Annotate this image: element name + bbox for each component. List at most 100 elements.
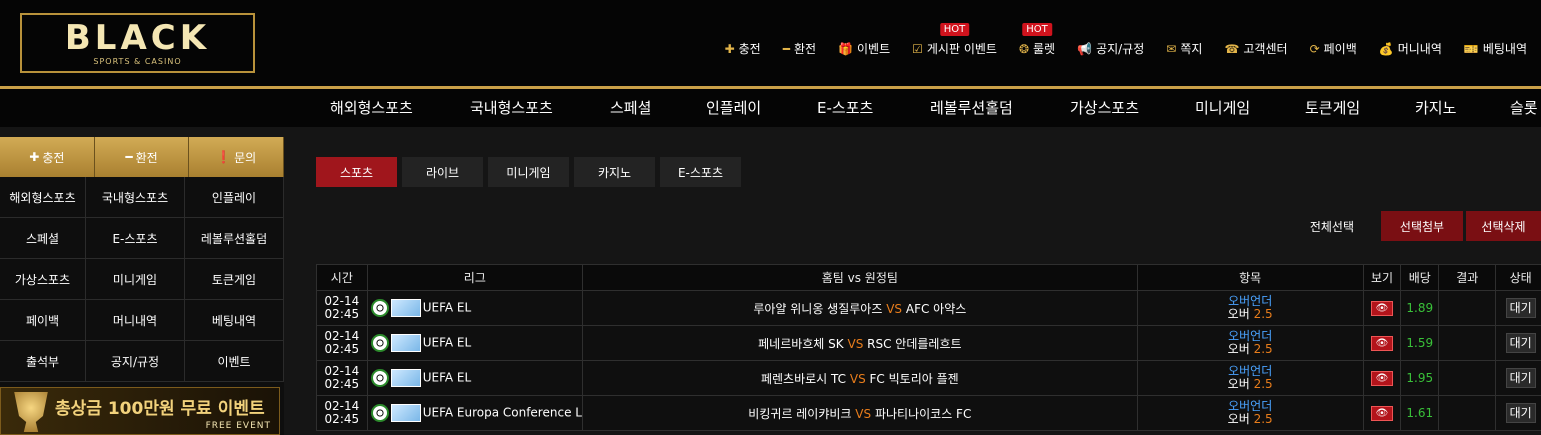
match-time-cell: 02-14 02:45 [316,360,368,396]
top-menu-item[interactable]: 💰 머니내역 [1379,40,1442,57]
sidebar-menu-item[interactable]: 레볼루션홀덤 [185,218,284,259]
status-cell: 대기 [1495,290,1541,326]
main-nav-item[interactable]: E-스포츠 [817,97,873,118]
moneybag-icon: 💰 [1378,41,1394,56]
top-menu-item[interactable]: 🎁 이벤트 [838,40,890,57]
sidebar-menu-item[interactable]: 이벤트 [185,341,284,382]
status-cell: 대기 [1495,325,1541,361]
main-nav-item[interactable]: 카지노 [1415,97,1456,118]
tab-category[interactable]: 카지노 [574,157,655,187]
banner-subtitle: FREE EVENT [205,421,271,431]
site-logo[interactable]: BLACK SPORTS & CASINO [20,13,255,73]
top-menu-item[interactable]: ━ 환전 [783,40,816,57]
eye-icon[interactable]: 👁 [1371,336,1394,351]
plus-icon: ✚ [724,41,735,56]
sidebar-menu-grid: 해외형스포츠 국내형스포츠 인플레이스페셜 E-스포츠 레볼루션홀덤가상스포츠 미니게임 토… [0,177,284,382]
sidebar-menu-item[interactable]: 머니내역 [86,300,185,341]
sidebar-menu-item[interactable]: 공지/규정 [86,341,185,382]
main-nav-item[interactable]: 토큰게임 [1305,97,1360,118]
sidebar-menu-item[interactable]: 국내형스포츠 [86,177,185,218]
bet-item-cell: 오버언더 오버 2.5 [1136,360,1364,396]
pick-line: 오버 2.5 [1138,378,1363,391]
roulette-icon: ❂ [1018,41,1030,56]
top-menu-item[interactable]: ❂ 룰렛 HOT [1018,23,1055,57]
sidebar-quick-button[interactable]: ━ 환전 [94,137,190,177]
top-menu-item[interactable]: ✚ 충전 [725,40,761,57]
odds-cell: 1.61 [1400,395,1440,431]
delete-selected-button[interactable]: 선택삭제 [1466,211,1541,241]
table-row: 02-14 02:45 UEFA EL 루아얄 위니옹 생질루아즈 VS AFC 아약… [316,290,1541,326]
handicap-line: 2.5 [1253,342,1273,356]
top-menu-label: 베팅내역 [1482,42,1527,56]
sidebar-menu-item[interactable]: 베팅내역 [185,300,284,341]
main-nav-item[interactable]: 해외형스포츠 [330,97,413,118]
top-menu-item[interactable]: 📢 공지/규정 [1077,40,1144,57]
tab-category[interactable]: E-스포츠 [660,157,741,187]
main-nav: 해외형스포츠 국내형스포츠 스페셜 인플레이 E-스포츠 레볼루션홀덤 가상스포츠 미니게임 토… [0,89,1541,127]
main-nav-item[interactable]: 인플레이 [706,97,761,118]
main-nav-item[interactable]: 레볼루션홀덤 [930,97,1013,118]
eye-icon[interactable]: 👁 [1371,301,1394,316]
main-nav-item[interactable]: 미니게임 [1195,97,1250,118]
status-badge[interactable]: 대기 [1505,298,1536,318]
eye-icon[interactable]: 👁 [1371,371,1394,386]
info-icon: ❗ [216,150,232,164]
column-header: 보기 [1362,264,1402,291]
event-banner[interactable]: 총상금 100만원 무료 이벤트 FREE EVENT [0,387,280,435]
pick-name: 오버 [1227,377,1250,391]
match-cell: 비킹귀르 레이캬비크 VS 파나티나이코스 FC [581,395,1138,431]
main-nav-item[interactable]: 가상스포츠 [1070,97,1139,118]
main-nav-item[interactable]: 스페셜 [610,97,651,118]
top-menu-item[interactable]: ✉ 쪽지 [1166,40,1202,57]
hot-badge: HOT [1022,23,1052,36]
status-badge[interactable]: 대기 [1505,333,1536,353]
sidebar-menu-item[interactable]: 페이백 [0,300,86,341]
pick-line: 오버 2.5 [1138,343,1363,356]
top-menu-item[interactable]: ☑ 게시판 이벤트 HOT [912,23,997,57]
sidebar-menu-item[interactable]: 인플레이 [185,177,284,218]
away-team: 파나티나이코스 FC [874,406,972,421]
bet-history-content: 스포츠 라이브 미니게임 카지노 E-스포츠 전체선택 선택첨부 선택삭제 시간 리그 홈팀… [316,157,1541,431]
category-tabs: 스포츠 라이브 미니게임 카지노 E-스포츠 [316,157,1541,187]
main-nav-item[interactable]: 슬롯 [1510,97,1538,118]
tab-category[interactable]: 라이브 [402,157,483,187]
away-team: RSC 안데를레흐트 [867,336,962,351]
column-header: 시간 [316,264,368,291]
tab-category[interactable]: 미니게임 [488,157,569,187]
sidebar-menu-item[interactable]: 가상스포츠 [0,259,86,300]
status-badge[interactable]: 대기 [1505,368,1536,388]
sidebar-menu-item[interactable]: 해외형스포츠 [0,177,86,218]
top-menu-item[interactable]: ⟳ 페이백 [1310,40,1357,57]
sidebar-menu-item[interactable]: 토큰게임 [185,259,284,300]
gift-icon: 🎁 [838,41,853,56]
pick-name: 오버 [1227,412,1250,426]
top-menu-item[interactable]: 🎫 베팅내역 [1464,40,1527,57]
sidebar-quick-button[interactable]: ❗ 문의 [189,137,285,177]
sidebar-menu-item[interactable]: E-스포츠 [86,218,185,259]
tab-category[interactable]: 스포츠 [316,157,397,187]
match-time: 02:45 [324,377,360,391]
soccer-ball-icon [370,404,389,422]
league-cell: UEFA EL [366,360,583,396]
top-menu-item[interactable]: ☎ 고객센터 [1224,40,1287,57]
bet-item-cell: 오버언더 오버 2.5 [1136,290,1364,326]
sidebar-menu-item[interactable]: 미니게임 [86,259,185,300]
sidebar-menu-item[interactable]: 출석부 [0,341,86,382]
column-header: 상태 [1495,264,1541,291]
column-header: 항목 [1136,264,1364,291]
sidebar-quick-button[interactable]: ✚ 충전 [0,137,95,177]
eye-icon[interactable]: 👁 [1371,406,1394,421]
world-flag-icon [390,334,421,352]
match-time: 02:45 [324,307,360,321]
page-body: ✚ 충전 ━ 환전 ❗ 문의 해외형스포츠 국내형스포츠 인플레이 스페셜 E-스포츠 레볼루션홀덤… [0,127,1541,435]
status-badge[interactable]: 대기 [1505,403,1536,423]
result-cell [1438,290,1497,326]
league-name: UEFA EL [422,370,472,385]
main-nav-item[interactable]: 국내형스포츠 [470,97,553,118]
sidebar-menu-item[interactable]: 스페셜 [0,218,86,259]
view-cell: 👁 [1362,290,1402,326]
select-all-link[interactable]: 전체선택 [1310,218,1354,235]
attach-selected-button[interactable]: 선택첨부 [1381,211,1463,241]
match-time-cell: 02-14 02:45 [316,290,368,326]
column-header: 결과 [1438,264,1497,291]
